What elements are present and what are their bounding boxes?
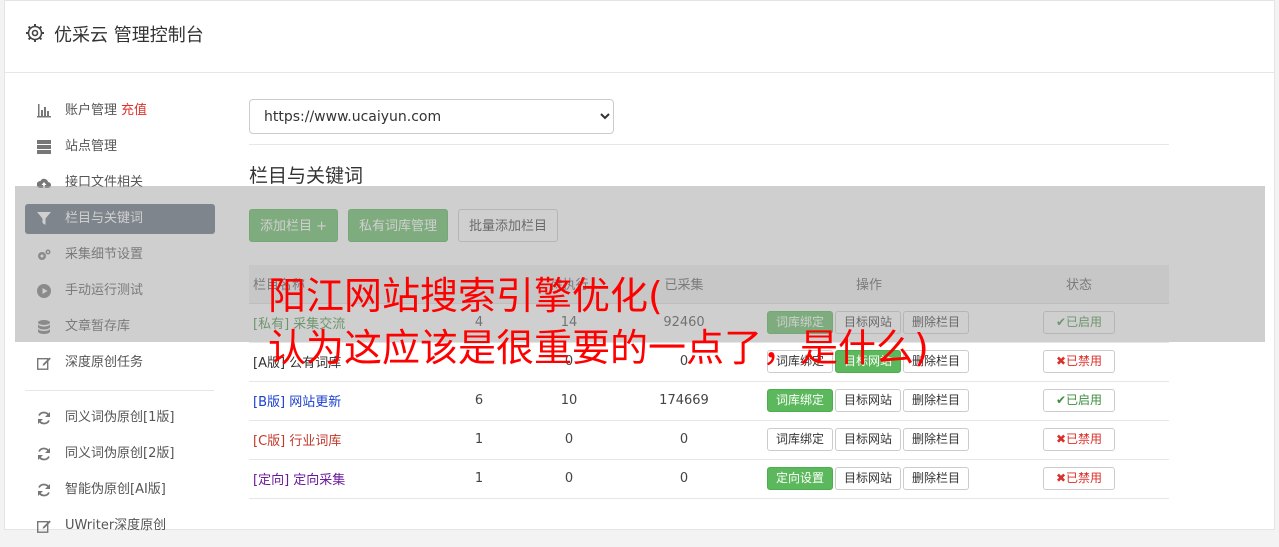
- divider: [249, 144, 1169, 145]
- recharge-link[interactable]: 充值: [121, 103, 147, 118]
- sidebar-item-label: 智能伪原创[AI版]: [65, 482, 166, 497]
- table-row: [定向] 定向采集 1 0 0 定向设置 目标网站 删除栏目 ✖已禁用: [249, 459, 1169, 499]
- delete-column-button[interactable]: 删除栏目: [903, 389, 970, 412]
- sidebar-item-uwriter[interactable]: UWriter深度原创: [25, 511, 215, 541]
- sidebar-divider: [25, 390, 214, 391]
- column-tag: [定向]: [253, 473, 290, 488]
- collected-cell: 0: [619, 420, 749, 460]
- actions-cell: 定向设置 目标网站 删除栏目: [749, 459, 989, 499]
- status-cell: ✖已禁用: [989, 459, 1169, 499]
- overlay-headline-line1: 阳江网站搜索引擎优化(: [268, 274, 663, 318]
- bind-lib-button[interactable]: 词库绑定: [766, 428, 833, 451]
- target-site-button[interactable]: 目标网站: [834, 389, 901, 412]
- directional-settings-button[interactable]: 定向设置: [766, 467, 833, 490]
- sidebar-item-label: 同义词伪原创[2版]: [65, 446, 175, 461]
- sidebar-item-ai-rewrite[interactable]: 智能伪原创[AI版]: [25, 475, 215, 505]
- sidebar-item-label: 同义词伪原创[1版]: [65, 410, 175, 425]
- sidebar-item-account[interactable]: 账户管理 充值: [25, 96, 215, 126]
- app-title: 优采云 管理控制台: [54, 25, 204, 46]
- sidebar-item-label: 账户管理: [65, 103, 118, 118]
- sidebar-item-synonym-v1[interactable]: 同义词伪原创[1版]: [25, 403, 215, 433]
- sidebar-item-label: UWriter深度原创: [65, 518, 167, 533]
- column-tag: [C版]: [253, 434, 286, 449]
- status-toggle[interactable]: ✔已启用: [1043, 389, 1115, 412]
- column-name: 网站更新: [289, 395, 342, 410]
- refresh-icon: [38, 447, 50, 461]
- column-tag: [B版]: [253, 395, 286, 410]
- status-cell: ✖已禁用: [989, 342, 1169, 382]
- status-toggle[interactable]: ✖已禁用: [1043, 350, 1115, 373]
- gear-icon: [26, 24, 44, 42]
- pending-cell: 10: [519, 381, 619, 421]
- count-cell: 1: [439, 459, 519, 499]
- sidebar-item-sites[interactable]: 站点管理: [25, 132, 215, 162]
- section-title: 栏目与关键词: [249, 165, 364, 187]
- actions-cell: 词库绑定目标网站删除栏目: [749, 381, 989, 421]
- edit-icon: [37, 357, 51, 370]
- sidebar-item-deep-original[interactable]: 深度原创任务: [25, 348, 215, 378]
- column-name: 行业词库: [289, 434, 342, 449]
- delete-column-button[interactable]: 删除栏目: [903, 428, 970, 451]
- table-row: [C版] 行业词库 1 0 0 词库绑定 目标网站 删除栏目 ✖已禁用: [249, 420, 1169, 460]
- site-select[interactable]: https://www.ucaiyun.com: [249, 99, 614, 134]
- status-cell: ✖已禁用: [989, 420, 1169, 460]
- delete-column-button[interactable]: 删除栏目: [903, 467, 970, 490]
- column-name-cell[interactable]: [定向] 定向采集: [249, 459, 439, 499]
- target-site-button[interactable]: 目标网站: [834, 428, 901, 451]
- target-site-button[interactable]: 目标网站: [834, 467, 901, 490]
- top-bar: 优采云 管理控制台: [5, 1, 1274, 73]
- column-name: 定向采集: [293, 473, 346, 488]
- status-toggle[interactable]: ✖已禁用: [1043, 428, 1115, 451]
- column-name-cell[interactable]: [C版] 行业词库: [249, 420, 439, 460]
- main-content: https://www.ucaiyun.com 栏目与关键词 添加栏目 +私有词…: [249, 99, 1169, 499]
- sidebar-item-synonym-v2[interactable]: 同义词伪原创[2版]: [25, 439, 215, 469]
- pending-cell: 0: [519, 420, 619, 460]
- column-name-cell[interactable]: [B版] 网站更新: [249, 381, 439, 421]
- collected-cell: 174669: [619, 381, 749, 421]
- count-cell: 6: [439, 381, 519, 421]
- refresh-icon: [38, 483, 50, 497]
- collected-cell: 0: [619, 459, 749, 499]
- count-cell: 1: [439, 420, 519, 460]
- status-cell: ✔已启用: [989, 381, 1169, 421]
- actions-cell: 词库绑定目标网站删除栏目: [749, 420, 989, 460]
- bar-chart-icon: [37, 104, 51, 118]
- status-toggle[interactable]: ✖已禁用: [1043, 467, 1115, 490]
- table-row: [B版] 网站更新 6 10 174669 词库绑定 目标网站 删除栏目 ✔已启用: [249, 381, 1169, 421]
- sidebar-item-label: 站点管理: [65, 139, 118, 154]
- sidebar-item-label: 深度原创任务: [65, 355, 144, 370]
- overlay-headline-line2: 认为这应该是很重要的一点了，是什么): [268, 326, 929, 370]
- pending-cell: 0: [519, 459, 619, 499]
- bind-lib-button[interactable]: 词库绑定: [766, 389, 833, 412]
- server-icon: [37, 140, 51, 154]
- refresh-icon: [38, 411, 50, 425]
- edit-icon: [37, 520, 51, 533]
